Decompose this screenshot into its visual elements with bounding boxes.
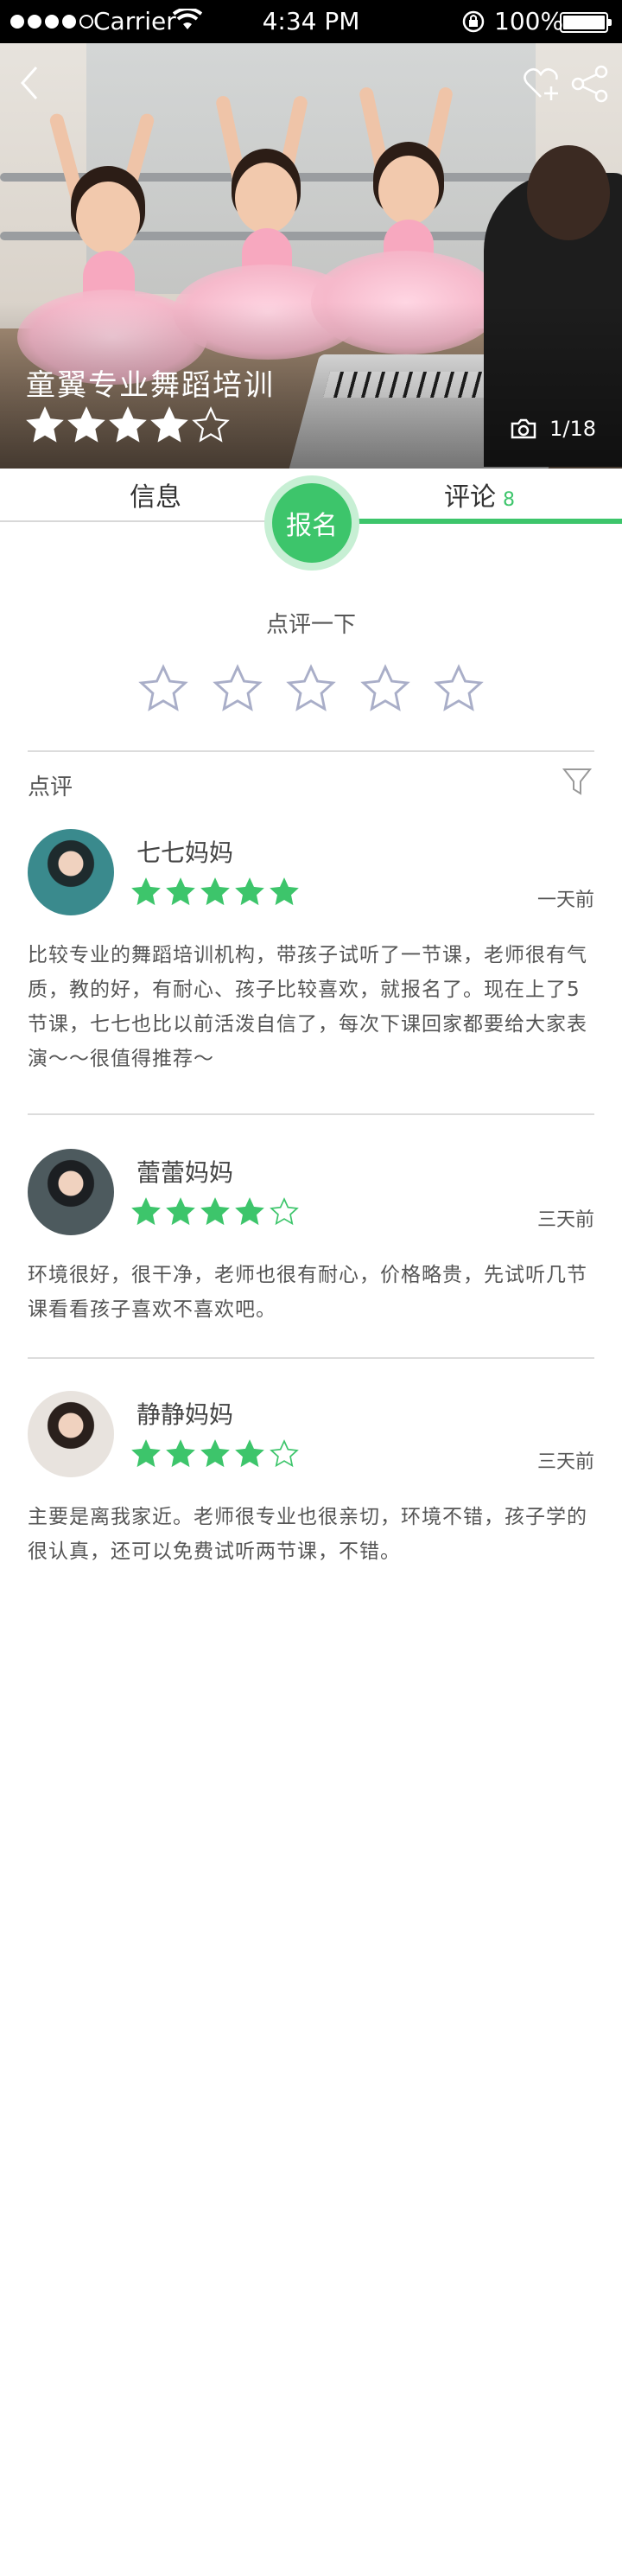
photo-counter[interactable]: 1/18: [510, 417, 596, 441]
battery-percent: 100%: [494, 7, 564, 35]
star-outline-icon: [212, 664, 263, 711]
tab-info[interactable]: 信息: [130, 475, 181, 513]
star-filled-icon: [166, 1439, 195, 1468]
tab-divider: [0, 520, 276, 522]
star-empty-icon: [270, 1197, 299, 1226]
tab-reviews[interactable]: 评论 8: [444, 475, 515, 513]
star-outline-icon: [434, 664, 484, 711]
avatar[interactable]: [28, 1391, 114, 1477]
photo-counter-label: 1/18: [549, 417, 596, 441]
rate-star-picker: [138, 664, 484, 712]
star-filled-icon: [26, 406, 64, 443]
review-time: 三天前: [536, 1209, 594, 1231]
reviewer-name: 静静妈妈: [136, 1400, 234, 1429]
rate-star-4[interactable]: [359, 664, 410, 712]
star-filled-icon: [235, 1197, 264, 1226]
back-button[interactable]: [16, 62, 50, 105]
rate-star-1[interactable]: [138, 664, 188, 712]
tab-info-label: 信息: [130, 482, 181, 513]
star-filled-icon: [235, 1439, 264, 1468]
star-filled-icon: [200, 1197, 230, 1226]
star-filled-icon: [166, 877, 195, 906]
star-filled-icon: [131, 1197, 161, 1226]
avatar[interactable]: [28, 829, 114, 915]
review-count-badge: 8: [503, 489, 515, 511]
rate-prompt: 点评一下: [265, 612, 356, 638]
star-filled-icon: [150, 406, 188, 443]
star-empty-icon: [192, 406, 230, 443]
battery-icon: [560, 12, 612, 33]
star-outline-icon: [286, 664, 336, 711]
rate-star-3[interactable]: [286, 664, 336, 712]
star-filled-icon: [131, 1439, 161, 1468]
enroll-button[interactable]: 报名: [264, 475, 359, 571]
star-empty-icon: [270, 1439, 299, 1468]
rotation-lock-icon: [461, 10, 486, 40]
share-button[interactable]: [570, 64, 610, 104]
school-title: 童翼专业舞蹈培训: [26, 368, 275, 403]
reviewer-name: 七七妈妈: [136, 838, 234, 867]
star-filled-icon: [166, 1197, 195, 1226]
star-filled-icon: [200, 1439, 230, 1468]
hero-photo[interactable]: 童翼专业舞蹈培训 1/18: [0, 43, 622, 469]
star-outline-icon: [359, 664, 410, 711]
share-icon: [571, 65, 608, 103]
review-time: 三天前: [536, 1451, 594, 1473]
heart-plus-icon: [524, 67, 558, 100]
chevron-left-icon: [20, 67, 38, 99]
review-text: 环境很好，很干净，老师也很有耐心，价格略贵，先试听几节课看看孩子喜欢不喜欢吧。: [28, 1264, 587, 1321]
rate-star-2[interactable]: [212, 664, 263, 712]
star-filled-icon: [131, 877, 161, 906]
review-text: 比较专业的舞蹈培训机构，带孩子试听了一节课，老师很有气质，教的好，有耐心、孩子比…: [28, 944, 587, 1070]
review-text: 主要是离我家近。老师很专业也很亲切，环境不错，孩子学的很认真，还可以免费试听两节…: [28, 1506, 587, 1563]
status-bar: Carrier 4:34 PM 100%: [0, 0, 622, 43]
filter-icon: [562, 768, 593, 795]
filter-button[interactable]: [562, 766, 593, 797]
review-time: 一天前: [536, 889, 594, 911]
star-filled-icon: [67, 406, 105, 443]
reviews-header: 点评: [28, 775, 73, 800]
review-rating: [131, 1439, 299, 1469]
enroll-button-label: 报名: [272, 483, 352, 563]
review-rating: [131, 1197, 299, 1227]
star-filled-icon: [109, 406, 147, 443]
star-filled-icon: [200, 877, 230, 906]
rate-star-5[interactable]: [434, 664, 484, 712]
review-rating: [131, 877, 299, 907]
school-rating: [26, 406, 230, 444]
camera-icon: [511, 418, 536, 439]
favorite-button[interactable]: [522, 64, 562, 104]
star-filled-icon: [235, 877, 264, 906]
reviewer-name: 蕾蕾妈妈: [136, 1158, 234, 1187]
tab-reviews-label: 评论: [444, 482, 496, 513]
star-outline-icon: [138, 664, 188, 711]
active-tab-indicator: [346, 519, 622, 524]
star-filled-icon: [270, 877, 299, 906]
review-divider: [28, 1357, 594, 1359]
avatar[interactable]: [28, 1149, 114, 1235]
review-divider: [28, 1113, 594, 1115]
section-divider: [28, 750, 594, 752]
